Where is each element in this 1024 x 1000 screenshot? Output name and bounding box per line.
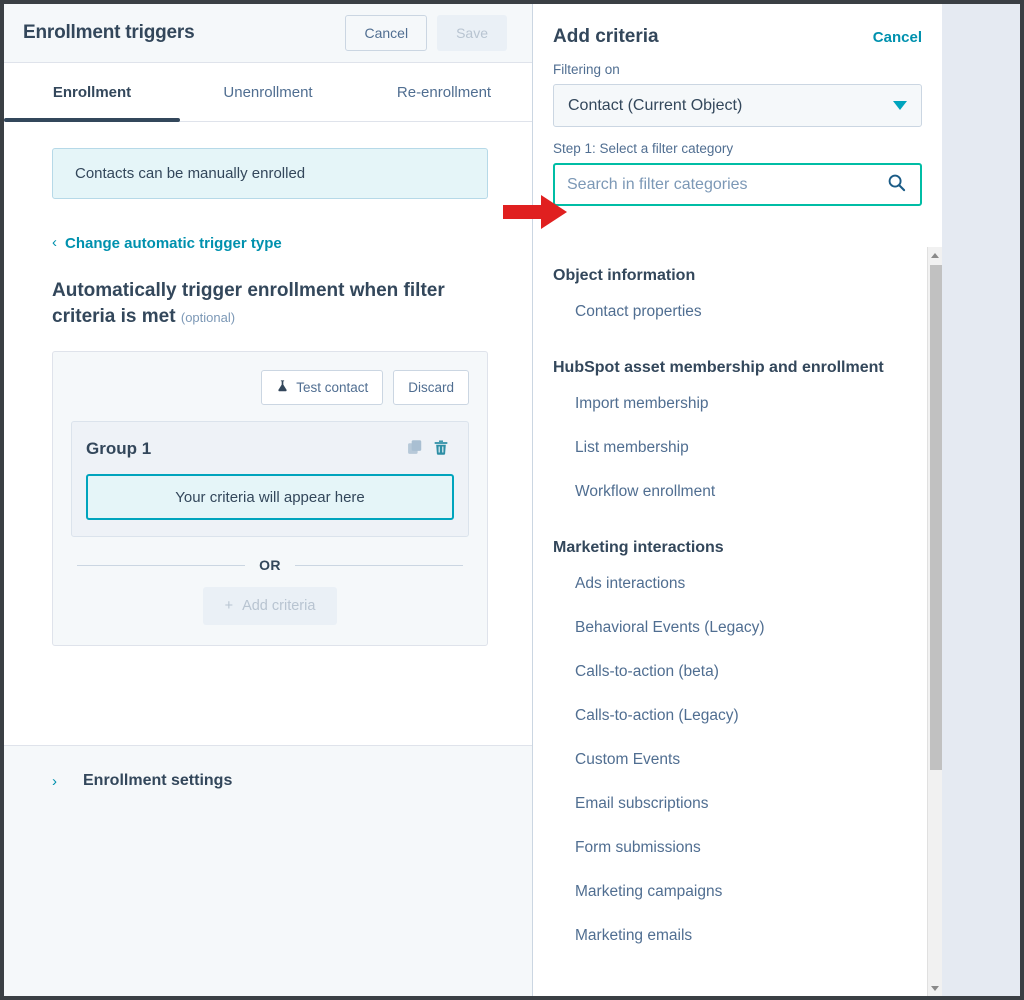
chevron-down-icon [893, 101, 907, 110]
cancel-button[interactable]: Cancel [345, 15, 428, 51]
list-item[interactable]: Behavioral Events (Legacy) [553, 606, 922, 650]
add-criteria-row: + Add criteria [71, 587, 469, 626]
chevron-left-icon: ‹ [52, 234, 57, 251]
change-trigger-label: Change automatic trigger type [65, 235, 282, 252]
filter-categories-list: Object information Contact properties Hu… [533, 247, 942, 996]
manual-enrollment-notice: Contacts can be manually enrolled [52, 148, 488, 199]
caret-up-icon [931, 252, 939, 258]
copy-icon [407, 439, 424, 459]
add-criteria-button[interactable]: + Add criteria [202, 587, 338, 626]
category-heading-hubspot-asset-membership: HubSpot asset membership and enrollment [553, 359, 884, 376]
list-item[interactable]: List membership [553, 426, 922, 470]
flask-icon [276, 379, 289, 396]
list-item[interactable]: Marketing campaigns [553, 870, 922, 914]
list-item[interactable]: Import membership [553, 382, 922, 426]
criteria-group-1: Group 1 Your criteria will appear here [71, 421, 469, 538]
trash-icon [433, 439, 449, 459]
panel-header: Enrollment triggers Cancel Save [4, 4, 532, 63]
enrollment-settings-label: Enrollment settings [83, 772, 233, 789]
or-divider: OR [77, 557, 463, 573]
list-item[interactable]: Email subscriptions [553, 782, 922, 826]
filtering-on-select[interactable]: Contact (Current Object) [553, 84, 922, 127]
delete-group-button[interactable] [428, 436, 454, 462]
tab-bar: Enrollment Unenrollment Re-enrollment [4, 63, 532, 122]
add-criteria-label: Add criteria [242, 598, 316, 615]
tab-enrollment[interactable]: Enrollment [4, 63, 180, 122]
tab-re-enrollment[interactable]: Re-enrollment [356, 63, 532, 121]
test-contact-button[interactable]: Test contact [261, 370, 384, 406]
criteria-toolbar: Test contact Discard [71, 370, 469, 406]
or-label: OR [259, 557, 281, 574]
add-criteria-panel: Add criteria Cancel Filtering on Contact… [533, 4, 942, 996]
filtering-on-value: Contact (Current Object) [568, 96, 743, 114]
scroll-down-button[interactable] [928, 980, 942, 996]
chevron-right-icon: › [52, 772, 57, 790]
scrollbar-thumb[interactable] [930, 265, 942, 770]
discard-button[interactable]: Discard [393, 370, 469, 406]
tab-unenrollment[interactable]: Unenrollment [180, 63, 356, 121]
add-criteria-title: Add criteria [553, 26, 659, 47]
scroll-up-button[interactable] [928, 247, 942, 263]
add-criteria-header: Add criteria Cancel [533, 4, 942, 48]
save-button[interactable]: Save [437, 15, 507, 51]
enrollment-tab-content: Contacts can be manually enrolled ‹ Chan… [4, 122, 532, 746]
plus-icon: + [224, 598, 234, 615]
change-automatic-trigger-type-link[interactable]: ‹ Change automatic trigger type [52, 235, 282, 252]
criteria-placeholder-dropzone[interactable]: Your criteria will appear here [86, 474, 454, 521]
or-divider-line-left [77, 564, 246, 566]
add-criteria-cancel-link[interactable]: Cancel [873, 29, 922, 46]
list-item[interactable]: Ads interactions [553, 562, 922, 606]
or-divider-line-right [294, 564, 463, 566]
group-header: Group 1 [86, 436, 454, 462]
list-item[interactable]: Calls-to-action (beta) [553, 650, 922, 694]
page-title: Enrollment triggers [23, 22, 195, 43]
filter-category-search[interactable] [553, 163, 922, 206]
list-scrollbar[interactable] [927, 247, 942, 996]
category-heading-object-information: Object information [553, 267, 696, 284]
step-1-label: Step 1: Select a filter category [553, 141, 734, 156]
app-frame: Enrollment triggers Cancel Save Enrollme… [4, 4, 1020, 996]
list-item[interactable]: Marketing emails [553, 914, 922, 958]
enrollment-settings-section[interactable]: › Enrollment settings [4, 746, 532, 816]
section-heading: Automatically trigger enrollment when fi… [52, 278, 472, 329]
filtering-on-label: Filtering on [553, 62, 620, 77]
screenshot-root: Enrollment triggers Cancel Save Enrollme… [0, 0, 1024, 1000]
test-contact-label: Test contact [296, 380, 369, 396]
caret-down-icon [931, 985, 939, 991]
enrollment-triggers-panel: Enrollment triggers Cancel Save Enrollme… [4, 4, 533, 996]
list-item[interactable]: Workflow enrollment [553, 470, 922, 514]
duplicate-group-button[interactable] [402, 436, 428, 462]
section-heading-optional: (optional) [180, 309, 236, 325]
list-item[interactable]: Custom Events [553, 738, 922, 782]
section-heading-text: Automatically trigger enrollment when fi… [52, 280, 445, 327]
search-icon [887, 173, 906, 197]
list-item[interactable]: Calls-to-action (Legacy) [553, 694, 922, 738]
list-item[interactable]: Contact properties [553, 290, 922, 334]
page-backdrop [942, 4, 1020, 996]
list-item[interactable]: Form submissions [553, 826, 922, 870]
filter-categories-list-inner: Object information Contact properties Hu… [533, 247, 942, 958]
criteria-card: Test contact Discard Group 1 Your criter… [52, 351, 488, 647]
search-input[interactable] [567, 175, 887, 194]
group-title: Group 1 [86, 439, 152, 459]
category-heading-marketing-interactions: Marketing interactions [553, 539, 724, 556]
